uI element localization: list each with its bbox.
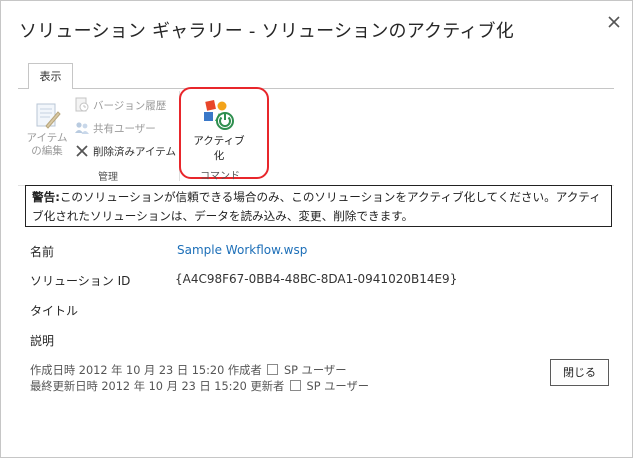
close-button[interactable]: 閉じる xyxy=(550,359,609,386)
command-group-label: コマンド xyxy=(200,171,240,182)
manage-group-label: 管理 xyxy=(98,172,118,183)
shared-users-label: 共有ユーザー xyxy=(93,122,156,135)
name-value-link[interactable]: Sample Workflow.wsp xyxy=(177,243,307,257)
activate-label: アクティブ化 xyxy=(193,135,245,162)
shared-users-icon xyxy=(75,122,89,134)
edit-item-label-2: の編集 xyxy=(31,145,63,157)
shared-users-button[interactable]: 共有ユーザー xyxy=(74,120,156,136)
dialog-title: ソリューション ギャラリー - ソリューションのアクティブ化 xyxy=(19,21,514,42)
modified-user[interactable]: SP ユーザー xyxy=(307,380,370,393)
edit-item-button[interactable]: アイテム の編集 xyxy=(25,98,69,162)
user-presence-icon xyxy=(289,380,301,391)
activate-button[interactable]: アクティブ化 xyxy=(191,98,247,162)
activate-solution-icon xyxy=(204,100,234,130)
solution-activation-dialog: ソリューション ギャラリー - ソリューションのアクティブ化 表示 アイテム の… xyxy=(0,0,633,458)
version-history-icon xyxy=(75,97,89,112)
close-icon[interactable] xyxy=(605,13,623,31)
warning-message: 警告:このソリューションが信頼できる場合のみ、このソリューションをアクティブ化し… xyxy=(25,185,612,227)
version-history-label: バージョン履歴 xyxy=(93,99,167,112)
tab-view[interactable]: 表示 xyxy=(28,63,73,89)
modified-info: 最終更新日時 2012 年 10 月 23 日 15:20 更新者 SP ユーザ… xyxy=(30,378,369,394)
user-presence-icon xyxy=(267,364,279,375)
version-history-button[interactable]: バージョン履歴 xyxy=(74,97,166,113)
name-label: 名前 xyxy=(30,245,55,259)
title-label: タイトル xyxy=(30,304,79,318)
warning-text: このソリューションが信頼できる場合のみ、このソリューションをアクティブ化してくだ… xyxy=(32,190,601,223)
edit-item-label-1: アイテム xyxy=(26,132,68,144)
delete-item-button[interactable]: 削除済みアイテム xyxy=(74,143,176,159)
warning-prefix: 警告: xyxy=(32,190,60,204)
description-label: 説明 xyxy=(30,334,55,348)
solution-id-label: ソリューション ID xyxy=(30,274,131,288)
delete-item-label: 削除済みアイテム xyxy=(93,145,176,158)
edit-document-icon xyxy=(36,103,61,129)
created-user[interactable]: SP ユーザー xyxy=(284,364,347,377)
modified-text: 最終更新日時 2012 年 10 月 23 日 15:20 更新者 xyxy=(30,380,285,393)
created-text: 作成日時 2012 年 10 月 23 日 15:20 作成者 xyxy=(30,364,262,377)
created-info: 作成日時 2012 年 10 月 23 日 15:20 作成者 SP ユーザー xyxy=(30,362,347,378)
solution-id-value: {A4C98F67-0BB4-48BC-8DA1-0941020B14E9} xyxy=(175,272,458,286)
delete-x-icon xyxy=(76,145,88,157)
